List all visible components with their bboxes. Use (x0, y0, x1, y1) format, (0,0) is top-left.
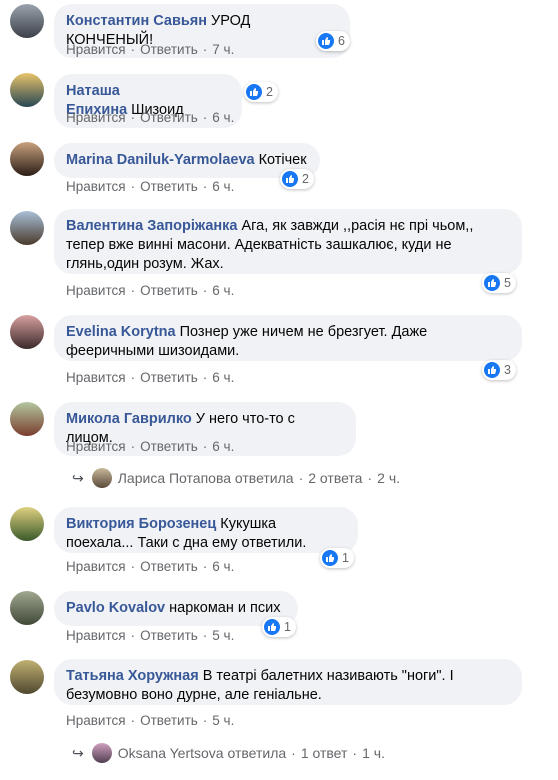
like-button[interactable]: Нравится (66, 370, 126, 385)
avatar[interactable] (10, 73, 44, 107)
like-icon (484, 275, 500, 291)
avatar[interactable] (10, 591, 44, 625)
comment-bubble: Pavlo Kovalov наркоман и псих (54, 591, 298, 626)
like-button[interactable]: Нравится (66, 628, 126, 643)
reply-button[interactable]: Ответить (140, 713, 198, 728)
comment-actions: Нравится · Ответить · 7 ч. (66, 42, 235, 57)
reply-button[interactable]: Ответить (140, 110, 198, 125)
comment-actions: Нравится · Ответить · 6 ч. (66, 179, 235, 194)
reply-button[interactable]: Ответить (140, 559, 198, 574)
avatar (91, 468, 112, 488)
comment-actions: Нравится · Ответить · 6 ч. (66, 559, 235, 574)
reply-author[interactable]: Лариса Потапова ответила (118, 470, 294, 486)
like-icon (484, 362, 500, 378)
comment-author[interactable]: Pavlo Kovalov (66, 600, 165, 616)
view-replies-link[interactable]: ↪ Oksana Yertsova ответила · 1 ответ · 1 ч. (72, 743, 385, 763)
like-icon (318, 33, 334, 49)
reaction-count[interactable]: 3 (482, 360, 516, 380)
comment-author[interactable]: Marina Daniluk-Yarmolaeva (66, 152, 255, 168)
comment-author[interactable]: Evelina Korytna (66, 324, 176, 340)
avatar[interactable] (10, 402, 44, 436)
like-button[interactable]: Нравится (66, 42, 126, 57)
comment-time[interactable]: 6 ч. (212, 110, 234, 125)
reaction-count[interactable]: 1 (262, 617, 296, 637)
reply-button[interactable]: Ответить (140, 283, 198, 298)
reply-arrow-icon: ↪ (72, 469, 84, 486)
comment-time[interactable]: 5 ч. (212, 713, 234, 728)
reply-count[interactable]: 1 ответ (301, 745, 348, 761)
avatar (91, 743, 112, 763)
reply-arrow-icon: ↪ (72, 744, 84, 761)
comment-bubble: Виктория Борозенец Кукушка поехала... Так… (54, 507, 358, 553)
comment-actions: Нравится · Ответить · 6 ч. (66, 110, 235, 125)
reply-button[interactable]: Ответить (140, 179, 198, 194)
reply-button[interactable]: Ответить (140, 370, 198, 385)
comment-time[interactable]: 6 ч. (212, 179, 234, 194)
avatar[interactable] (10, 142, 44, 176)
reaction-count[interactable]: 2 (244, 82, 278, 102)
comment-actions: Нравится · Ответить · 6 ч. (66, 283, 235, 298)
comment-bubble: Evelina Korytna Познер уже ничем не брезг… (54, 315, 522, 361)
comment-bubble: Marina Daniluk-Yarmolaeva Котічек (54, 143, 320, 178)
comment-actions: Нравится · Ответить · 5 ч. (66, 713, 235, 728)
comment-text: наркоман и псих (169, 600, 281, 616)
comment-text: Котічек (258, 152, 307, 168)
comment-time[interactable]: 6 ч. (212, 559, 234, 574)
comment-author[interactable]: Константин Савьян (66, 13, 207, 29)
like-icon (246, 84, 262, 100)
like-button[interactable]: Нравится (66, 713, 126, 728)
comment-actions: Нравится · Ответить · 5 ч. (66, 628, 235, 643)
like-button[interactable]: Нравится (66, 559, 126, 574)
avatar[interactable] (10, 660, 44, 694)
like-button[interactable]: Нравится (66, 283, 126, 298)
reply-count[interactable]: 2 ответа (308, 470, 362, 486)
reaction-count[interactable]: 6 (316, 31, 350, 51)
like-button[interactable]: Нравится (66, 110, 126, 125)
avatar[interactable] (10, 4, 44, 38)
comment-actions: Нравится · Ответить · 6 ч. (66, 370, 235, 385)
comment-time[interactable]: 6 ч. (212, 283, 234, 298)
comment-actions: Нравится · Ответить · 6 ч. (66, 439, 235, 454)
view-replies-link[interactable]: ↪ Лариса Потапова ответила · 2 ответа · 2 ч. (72, 468, 400, 488)
comment-author[interactable]: Татьяна Хоружная (66, 668, 199, 684)
comment-time[interactable]: 5 ч. (212, 628, 234, 643)
reply-button[interactable]: Ответить (140, 439, 198, 454)
comment-author[interactable]: Виктория Борозенец (66, 516, 216, 532)
comment-bubble: Татьяна Хоружная В театрі балетних назива… (54, 659, 522, 705)
reply-time: 1 ч. (362, 745, 385, 761)
like-icon (322, 550, 338, 566)
reply-button[interactable]: Ответить (140, 42, 198, 57)
comment-author[interactable]: Валентина Запоріжанка (66, 218, 238, 234)
avatar[interactable] (10, 211, 44, 245)
like-button[interactable]: Нравится (66, 439, 126, 454)
comment-time[interactable]: 7 ч. (212, 42, 234, 57)
avatar[interactable] (10, 507, 44, 541)
reaction-count[interactable]: 1 (320, 548, 354, 568)
comment-time[interactable]: 6 ч. (212, 370, 234, 385)
comment-bubble: Валентина Запоріжанка Ага, як завжди ,,ра… (54, 209, 522, 274)
reply-button[interactable]: Ответить (140, 628, 198, 643)
reaction-count[interactable]: 5 (482, 273, 516, 293)
comment-time[interactable]: 6 ч. (212, 439, 234, 454)
avatar[interactable] (10, 315, 44, 349)
reply-time: 2 ч. (377, 470, 400, 486)
comment-author[interactable]: Микола Гаврилко (66, 411, 192, 427)
like-icon (264, 619, 280, 635)
reply-author[interactable]: Oksana Yertsova ответила (118, 745, 286, 761)
like-icon (282, 171, 298, 187)
reaction-count[interactable]: 2 (280, 169, 314, 189)
like-button[interactable]: Нравится (66, 179, 126, 194)
